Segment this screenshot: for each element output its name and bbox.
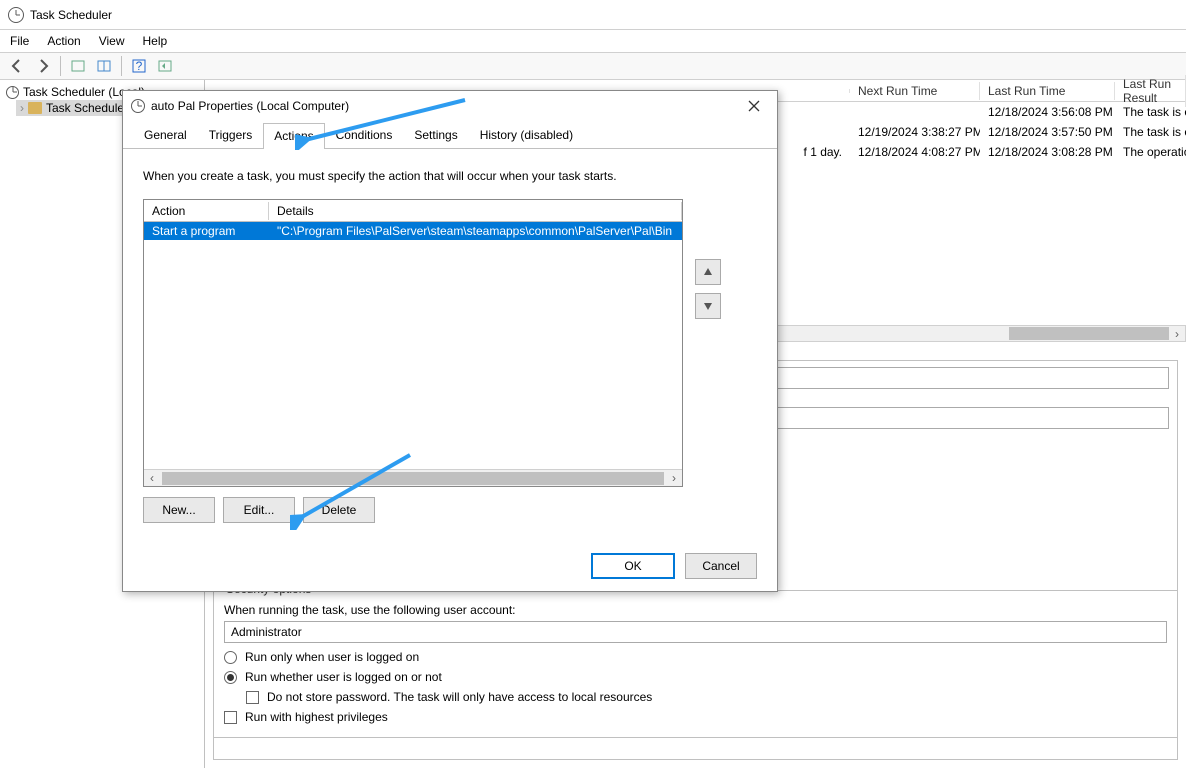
col-next-run[interactable]: Next Run Time — [850, 82, 980, 100]
cell-last-run: 12/18/2024 3:57:50 PM — [980, 124, 1115, 140]
clock-icon — [131, 99, 145, 113]
chevron-right-icon: › — [20, 101, 24, 115]
cell-last-run: 12/18/2024 3:56:08 PM — [980, 104, 1115, 120]
tab-settings[interactable]: Settings — [403, 122, 468, 148]
menu-help[interactable]: Help — [143, 34, 168, 48]
folder-icon — [28, 102, 42, 114]
cell-next-run: 12/19/2024 3:38:27 PM — [850, 124, 980, 140]
delete-button[interactable]: Delete — [303, 497, 375, 523]
help-icon[interactable]: ? — [128, 55, 150, 77]
col-action[interactable]: Action — [144, 202, 269, 220]
check-label: Run with highest privileges — [245, 710, 388, 724]
cell-last-run: 12/18/2024 3:08:28 PM — [980, 144, 1115, 160]
actions-hscroll[interactable]: ‹ › — [144, 469, 682, 486]
triangle-up-icon — [703, 267, 713, 277]
tab-history[interactable]: History (disabled) — [469, 122, 584, 148]
cell-action: Start a program — [144, 223, 269, 239]
chevron-right-icon[interactable]: › — [666, 471, 682, 485]
toolbar-icon-3[interactable] — [154, 55, 176, 77]
radio-run-only-logged-on[interactable]: Run only when user is logged on — [224, 647, 1167, 667]
actions-row[interactable]: Start a program "C:\Program Files\PalSer… — [144, 222, 682, 240]
tab-conditions[interactable]: Conditions — [325, 122, 404, 148]
cell-last-result: The task is curr — [1115, 104, 1186, 120]
radio-label: Run whether user is logged on or not — [245, 670, 442, 684]
ok-button[interactable]: OK — [591, 553, 675, 579]
cell-next-run — [850, 111, 980, 113]
window-titlebar: Task Scheduler — [0, 0, 1186, 30]
move-down-button[interactable] — [695, 293, 721, 319]
close-icon — [748, 100, 760, 112]
check-label: Do not store password. The task will onl… — [267, 690, 652, 704]
cell-last-result: The operation c — [1115, 144, 1186, 160]
window-title: Task Scheduler — [30, 8, 112, 22]
checkbox-icon — [224, 711, 237, 724]
toolbar-icon-2[interactable] — [93, 55, 115, 77]
clock-icon — [8, 7, 24, 23]
checkbox-icon — [246, 691, 259, 704]
move-up-button[interactable] — [695, 259, 721, 285]
toolbar: ? — [0, 52, 1186, 80]
radio-run-whether[interactable]: Run whether user is logged on or not — [224, 667, 1167, 687]
actions-table: Action Details Start a program "C:\Progr… — [143, 199, 683, 487]
toolbar-icon-1[interactable] — [67, 55, 89, 77]
col-last-run[interactable]: Last Run Time — [980, 82, 1115, 100]
tree-child-label: Task Schedule — [46, 101, 124, 115]
chevron-left-icon[interactable]: ‹ — [144, 471, 160, 485]
tab-general[interactable]: General — [133, 122, 198, 148]
cancel-button[interactable]: Cancel — [685, 553, 757, 579]
cell-next-run: 12/18/2024 4:08:27 PM — [850, 144, 980, 160]
dialog-titlebar[interactable]: auto Pal Properties (Local Computer) — [123, 91, 777, 121]
tab-actions[interactable]: Actions — [263, 123, 324, 149]
tab-triggers[interactable]: Triggers — [198, 122, 264, 148]
forward-button[interactable] — [32, 55, 54, 77]
menu-file[interactable]: File — [10, 34, 29, 48]
radio-icon — [224, 671, 237, 684]
security-prompt: When running the task, use the following… — [224, 603, 1167, 617]
security-account-field[interactable]: Administrator — [224, 621, 1167, 643]
edit-button[interactable]: Edit... — [223, 497, 295, 523]
actions-hint: When you create a task, you must specify… — [143, 169, 757, 183]
chevron-right-icon[interactable]: › — [1169, 327, 1185, 341]
svg-text:?: ? — [136, 59, 143, 73]
cell-last-result: The task is curr — [1115, 124, 1186, 140]
radio-icon — [224, 651, 237, 664]
dialog-tabs: General Triggers Actions Conditions Sett… — [123, 121, 777, 149]
back-button[interactable] — [6, 55, 28, 77]
cell-details: "C:\Program Files\PalServer\steam\steama… — [269, 223, 682, 239]
radio-label: Run only when user is logged on — [245, 650, 419, 664]
clock-icon — [6, 86, 19, 99]
menu-view[interactable]: View — [99, 34, 125, 48]
properties-dialog: auto Pal Properties (Local Computer) Gen… — [122, 90, 778, 592]
menubar: File Action View Help — [0, 30, 1186, 52]
dialog-title: auto Pal Properties (Local Computer) — [151, 99, 349, 113]
menu-action[interactable]: Action — [47, 34, 80, 48]
check-no-store-password[interactable]: Do not store password. The task will onl… — [246, 687, 1167, 707]
col-details[interactable]: Details — [269, 202, 682, 220]
check-highest-privileges[interactable]: Run with highest privileges — [224, 707, 1167, 727]
triangle-down-icon — [703, 301, 713, 311]
security-options-group: Security options When running the task, … — [213, 590, 1178, 738]
close-button[interactable] — [739, 94, 769, 118]
new-button[interactable]: New... — [143, 497, 215, 523]
